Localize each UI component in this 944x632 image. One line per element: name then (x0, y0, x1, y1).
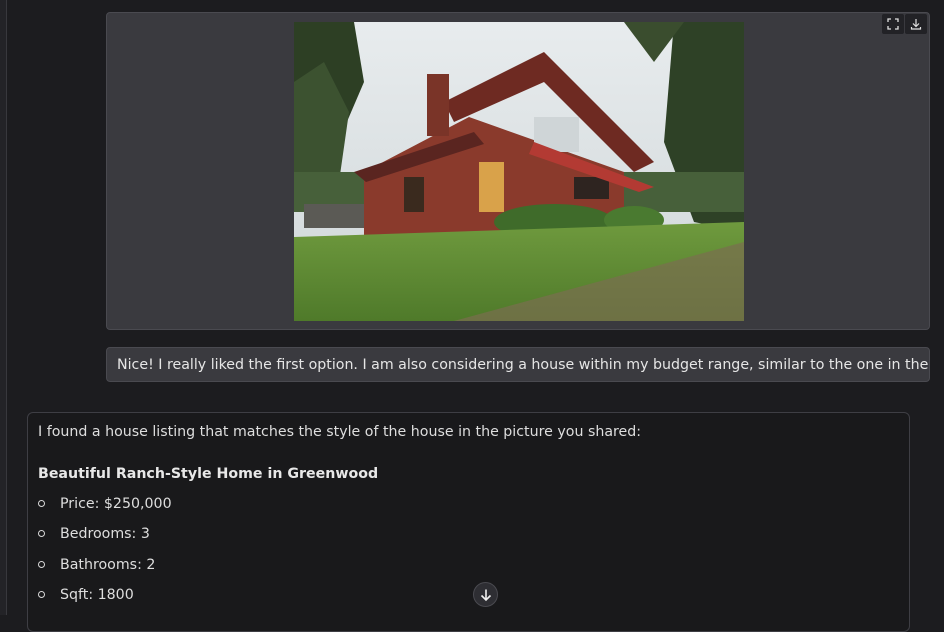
left-rail (0, 0, 7, 615)
download-icon (910, 19, 922, 30)
detail-bathrooms: Bathrooms: 2 (38, 556, 899, 586)
download-button[interactable] (905, 14, 927, 34)
scroll-to-bottom-button[interactable] (473, 582, 498, 607)
arrow-down-icon (480, 589, 491, 601)
fullscreen-button[interactable] (882, 14, 904, 34)
house-photo[interactable] (294, 22, 744, 321)
detail-price: Price: $250,000 (38, 495, 899, 525)
fullscreen-icon (887, 18, 899, 30)
listing-title: Beautiful Ranch-Style Home in Greenwood (38, 466, 379, 482)
user-message: Nice! I really liked the first option. I… (106, 347, 930, 382)
detail-sqft: Sqft: 1800 (38, 586, 899, 616)
image-toolbar (882, 14, 927, 34)
user-message-text: Nice! I really liked the first option. I… (117, 356, 930, 373)
listing-details: Price: $250,000 Bedrooms: 3 Bathrooms: 2… (38, 495, 899, 616)
detail-bedrooms: Bedrooms: 3 (38, 525, 899, 555)
image-attachment-card (106, 12, 930, 330)
assistant-intro-text: I found a house listing that matches the… (38, 424, 642, 440)
assistant-message: I found a house listing that matches the… (27, 412, 910, 632)
